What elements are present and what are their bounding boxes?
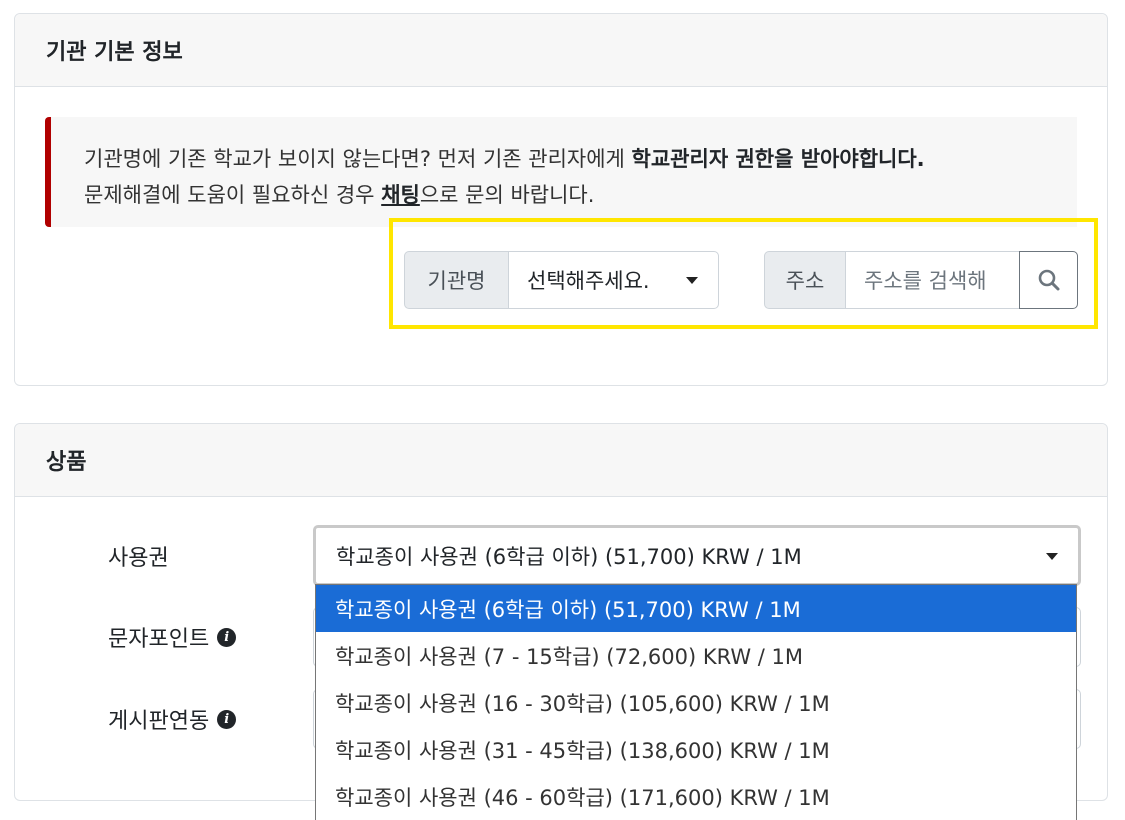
notice-line-1: 기관명에 기존 학교가 보이지 않는다면? 먼저 기존 관리자에게 학교관리자 … (84, 141, 1077, 177)
notice-text-2: 문제해결에 도움이 필요하신 경우 (84, 183, 382, 207)
license-options-dropdown: 학교종이 사용권 (6학급 이하) (51,700) KRW / 1M 학교종이… (315, 584, 1077, 820)
notice-text-3: 으로 문의 바랍니다. (419, 183, 595, 207)
institution-select-label: 기관명 (404, 251, 508, 309)
license-option[interactable]: 학교종이 사용권 (16 - 30학급) (105,600) KRW / 1M (316, 679, 1076, 726)
license-select-value: 학교종이 사용권 (6학급 이하) (51,700) KRW / 1M (336, 544, 802, 569)
institution-select[interactable]: 선택해주세요. (508, 251, 719, 309)
license-option[interactable]: 학교종이 사용권 (31 - 45학급) (138,600) KRW / 1M (316, 726, 1076, 773)
notice-line-2: 문제해결에 도움이 필요하신 경우 채팅으로 문의 바랍니다. (84, 177, 1077, 213)
institution-select-group: 기관명 선택해주세요. (404, 251, 719, 309)
info-icon[interactable]: i (217, 709, 237, 729)
address-search-button[interactable] (1019, 251, 1078, 309)
search-icon (1038, 269, 1059, 291)
info-icon[interactable]: i (217, 627, 237, 647)
institution-info-title: 기관 기본 정보 (15, 14, 1107, 87)
license-option[interactable]: 학교종이 사용권 (7 - 15학급) (72,600) KRW / 1M (316, 632, 1076, 679)
sms-points-label-text: 문자포인트 (108, 627, 210, 652)
caret-down-icon (1046, 552, 1058, 560)
address-label: 주소 (764, 251, 845, 309)
caret-down-icon (686, 277, 698, 284)
sms-points-label: 문자포인트 i (108, 622, 237, 652)
address-search-group: 주소 주소를 검색해 (764, 251, 1078, 309)
notice-text: 기관명에 기존 학교가 보이지 않는다면? 먼저 기존 관리자에게 (84, 147, 632, 171)
notice-callout: 기관명에 기존 학교가 보이지 않는다면? 먼저 기존 관리자에게 학교관리자 … (45, 117, 1077, 227)
license-select[interactable]: 학교종이 사용권 (6학급 이하) (51,700) KRW / 1M (313, 525, 1081, 586)
chat-link[interactable]: 채팅 (381, 183, 420, 207)
institution-info-card: 기관 기본 정보 기관명에 기존 학교가 보이지 않는다면? 먼저 기존 관리자… (14, 13, 1108, 386)
product-title: 상품 (15, 424, 1107, 497)
institution-select-value: 선택해주세요. (527, 269, 650, 293)
board-link-label: 게시판연동 i (108, 704, 237, 734)
license-option[interactable]: 학교종이 사용권 (46 - 60학급) (171,600) KRW / 1M (316, 773, 1076, 820)
address-search-input[interactable]: 주소를 검색해 (845, 251, 1019, 309)
notice-strong-text: 학교관리자 권한을 받아야합니다. (631, 147, 925, 171)
license-label: 사용권 (108, 546, 169, 571)
license-option[interactable]: 학교종이 사용권 (6학급 이하) (51,700) KRW / 1M (316, 585, 1076, 632)
board-link-label-text: 게시판연동 (108, 709, 210, 734)
